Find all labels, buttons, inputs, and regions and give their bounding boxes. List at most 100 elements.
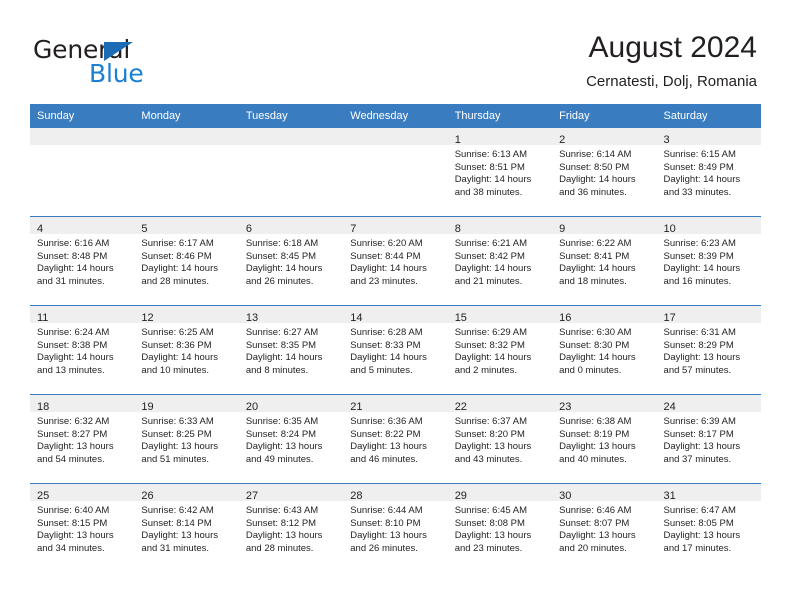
sunrise-text: Sunrise: 6:22 AM [559,238,632,249]
daylight-text-line2: and 8 minutes. [245,364,309,376]
day-number-band [343,128,448,145]
day-number: 31 [663,490,676,502]
sunset-text: Sunset: 8:33 PM [350,339,421,351]
general-blue-logo[interactable]: General Blue [33,36,223,88]
daylight-text-line1: Daylight: 14 hours [350,263,427,275]
sunrise-text: Sunrise: 6:40 AM [37,505,110,516]
day-number: 2 [559,134,566,146]
calendar-day-cell[interactable]: 14 Sunrise: 6:28 AM Sunset: 8:33 PM Dayligh… [343,305,448,395]
calendar-day-cell[interactable]: 7 Sunrise: 6:20 AM Sunset: 8:44 PM Daylight… [343,216,448,306]
day-cell-body: Sunrise: 6:20 AM Sunset: 8:44 PM Daylight:… [343,234,447,288]
sunset-text: Sunset: 8:19 PM [559,428,630,440]
calendar-day-cell[interactable]: 9 Sunrise: 6:22 AM Sunset: 8:41 PM Daylight… [552,216,657,306]
calendar-day-cell-empty [134,128,239,217]
sunset-text: Sunset: 8:49 PM [663,161,734,173]
day-number-band: 14 [343,306,448,324]
daylight-text-line2: and 2 minutes. [454,364,518,376]
calendar-day-cell[interactable]: 2 Sunrise: 6:14 AM Sunset: 8:50 PM Daylight… [552,128,657,217]
sunrise-text: Sunrise: 6:30 AM [559,327,632,338]
sunset-text: Sunset: 8:07 PM [559,517,630,529]
calendar-day-cell[interactable]: 13 Sunrise: 6:27 AM Sunset: 8:35 PM Dayligh… [238,305,344,395]
calendar-day-cell[interactable]: 30 Sunrise: 6:46 AM Sunset: 8:07 PM Dayligh… [552,483,657,572]
sunrise-text: Sunrise: 6:38 AM [559,416,632,427]
calendar-day-cell[interactable]: 21 Sunrise: 6:36 AM Sunset: 8:22 PM Dayligh… [343,394,448,484]
daylight-text-line2: and 17 minutes. [663,542,732,554]
sunrise-text: Sunrise: 6:36 AM [350,416,423,427]
sunrise-text: Sunrise: 6:20 AM [350,238,423,249]
calendar-day-cell[interactable]: 29 Sunrise: 6:45 AM Sunset: 8:08 PM Dayligh… [447,483,553,572]
sunset-text: Sunset: 8:30 PM [559,339,630,351]
calendar-day-cell[interactable]: 10 Sunrise: 6:23 AM Sunset: 8:39 PM Dayligh… [656,216,761,306]
calendar-day-cell[interactable]: 25 Sunrise: 6:40 AM Sunset: 8:15 PM Dayligh… [30,483,135,572]
day-number-band: 25 [30,484,135,502]
day-number-band: 19 [134,395,239,413]
daylight-text-line1: Daylight: 14 hours [559,352,636,364]
day-cell-body: Sunrise: 6:29 AM Sunset: 8:32 PM Daylight:… [448,323,552,377]
sunrise-text: Sunrise: 6:21 AM [454,238,528,249]
sunset-text: Sunset: 8:25 PM [141,428,212,440]
calendar-day-cell[interactable]: 22 Sunrise: 6:37 AM Sunset: 8:20 PM Dayligh… [447,394,553,484]
daylight-text-line2: and 18 minutes. [559,275,627,287]
day-number: 18 [37,401,50,413]
sunset-text: Sunset: 8:39 PM [663,250,734,262]
day-number: 20 [245,401,259,413]
sunrise-text: Sunrise: 6:33 AM [141,416,214,427]
calendar-day-cell[interactable]: 20 Sunrise: 6:35 AM Sunset: 8:24 PM Dayligh… [238,394,344,484]
day-number-band [238,128,344,145]
calendar-grid: Sunday Monday Tuesday Wednesday Thursday… [30,104,761,572]
calendar-day-cell[interactable]: 8 Sunrise: 6:21 AM Sunset: 8:42 PM Daylight… [447,216,553,306]
day-number-band: 1 [447,128,553,146]
calendar-day-cell[interactable]: 23 Sunrise: 6:38 AM Sunset: 8:19 PM Dayligh… [552,394,657,484]
calendar-day-cell[interactable]: 5 Sunrise: 6:17 AM Sunset: 8:46 PM Daylight… [134,216,239,306]
day-number-band: 24 [656,395,761,413]
day-number: 21 [350,401,363,413]
day-number: 6 [245,223,252,235]
daylight-text-line2: and 16 minutes. [663,275,732,287]
sunset-text: Sunset: 8:51 PM [454,161,525,173]
day-number-band: 6 [238,217,344,235]
calendar-day-cell[interactable]: 1 Sunrise: 6:13 AM Sunset: 8:51 PM Daylight… [447,128,553,217]
day-cell-body: Sunrise: 6:27 AM Sunset: 8:35 PM Daylight:… [239,323,343,377]
daylight-text-line1: Daylight: 14 hours [454,174,532,186]
day-number: 16 [559,312,572,324]
day-number: 14 [350,312,363,324]
calendar-day-cell[interactable]: 17 Sunrise: 6:31 AM Sunset: 8:29 PM Dayligh… [656,305,761,395]
calendar-day-cell[interactable]: 3 Sunrise: 6:15 AM Sunset: 8:49 PM Daylight… [656,128,761,217]
sunrise-text: Sunrise: 6:31 AM [663,327,736,338]
weekday-header-wednesday: Wednesday [343,104,448,128]
calendar-day-cell[interactable]: 12 Sunrise: 6:25 AM Sunset: 8:36 PM Dayligh… [134,305,239,395]
calendar-day-cell-empty [238,128,344,217]
calendar-day-cell[interactable]: 27 Sunrise: 6:43 AM Sunset: 8:12 PM Dayligh… [238,483,344,572]
calendar-day-cell[interactable]: 6 Sunrise: 6:18 AM Sunset: 8:45 PM Daylight… [238,216,344,306]
day-number-band: 17 [656,306,761,324]
calendar-day-cell[interactable]: 16 Sunrise: 6:30 AM Sunset: 8:30 PM Dayligh… [552,305,657,395]
calendar-day-cell[interactable]: 24 Sunrise: 6:39 AM Sunset: 8:17 PM Dayligh… [656,394,761,484]
calendar-day-cell[interactable]: 19 Sunrise: 6:33 AM Sunset: 8:25 PM Dayligh… [134,394,239,484]
day-number: 29 [454,490,467,502]
calendar-day-cell[interactable]: 18 Sunrise: 6:32 AM Sunset: 8:27 PM Dayligh… [30,394,135,484]
sunset-text: Sunset: 8:36 PM [141,339,212,351]
day-number-band: 21 [343,395,448,413]
sunset-text: Sunset: 8:35 PM [245,339,317,351]
day-number-band: 8 [447,217,553,235]
day-number: 1 [454,134,461,146]
daylight-text-line2: and 57 minutes. [663,364,732,376]
sunset-text: Sunset: 8:08 PM [454,517,525,529]
day-number: 10 [663,223,676,235]
calendar-page: General Blue August 2024 Cernatesti, Dol… [0,0,792,612]
day-number-band: 15 [447,306,553,324]
sunset-text: Sunset: 8:24 PM [245,428,317,440]
calendar-day-cell[interactable]: 4 Sunrise: 6:16 AM Sunset: 8:48 PM Daylight… [30,216,135,306]
day-cell-body: Sunrise: 6:43 AM Sunset: 8:12 PM Daylight:… [239,501,343,555]
calendar-day-cell[interactable]: 15 Sunrise: 6:29 AM Sunset: 8:32 PM Dayligh… [447,305,553,395]
calendar-day-cell[interactable]: 31 Sunrise: 6:47 AM Sunset: 8:05 PM Dayligh… [656,483,761,572]
calendar-day-cell[interactable]: 11 Sunrise: 6:24 AM Sunset: 8:38 PM Dayligh… [30,305,135,395]
calendar-day-cell[interactable]: 26 Sunrise: 6:42 AM Sunset: 8:14 PM Dayligh… [134,483,239,572]
calendar-day-cell[interactable]: 28 Sunrise: 6:44 AM Sunset: 8:10 PM Dayligh… [343,483,448,572]
sunrise-text: Sunrise: 6:18 AM [245,238,319,249]
weekday-header-sunday: Sunday [30,104,135,128]
day-cell-body: Sunrise: 6:44 AM Sunset: 8:10 PM Daylight:… [343,501,447,555]
daylight-text-line2: and 38 minutes. [454,186,523,198]
day-cell-body: Sunrise: 6:30 AM Sunset: 8:30 PM Daylight:… [552,323,656,377]
calendar-week-row: 11 Sunrise: 6:24 AM Sunset: 8:38 PM Dayligh… [30,305,761,395]
